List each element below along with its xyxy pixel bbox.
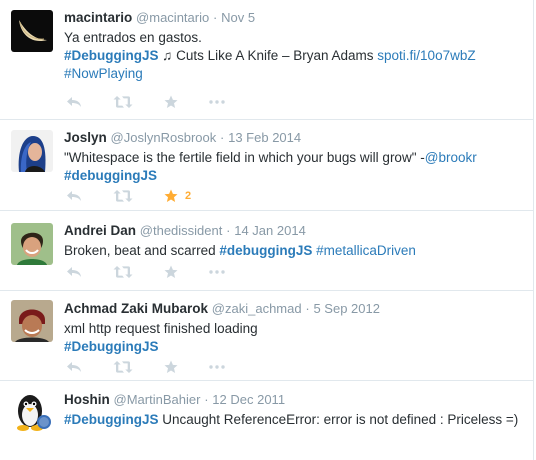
tweet-item[interactable]: Joslyn @JoslynRosbrook · 13 Feb 2014 "Wh…: [0, 120, 534, 211]
hashtag-link[interactable]: #DebuggingJS: [64, 339, 159, 354]
hashtag-link[interactable]: #metallicaDriven: [316, 243, 416, 258]
user-name[interactable]: Hoshin: [64, 392, 110, 407]
reply-icon[interactable]: [66, 361, 82, 373]
tweet-item[interactable]: Achmad Zaki Mubarok @zaki_achmad · 5 Sep…: [0, 291, 534, 381]
retweet-icon[interactable]: [113, 360, 133, 374]
hashtag-link[interactable]: #debuggingJS: [219, 243, 312, 258]
tweet-text-line: Ya entrados en gastos.: [64, 30, 202, 45]
hashtag-link[interactable]: #NowPlaying: [64, 66, 143, 81]
url-link[interactable]: spoti.fi/10o7wbZ: [377, 48, 475, 63]
retweet-icon[interactable]: [113, 95, 133, 109]
tweet-actions: 2: [66, 187, 222, 205]
star-icon[interactable]: [164, 265, 178, 279]
avatar[interactable]: [11, 223, 53, 265]
separator: ·: [220, 130, 225, 145]
tweet-header: Hoshin @MartinBahier · 12 Dec 2011: [64, 391, 524, 408]
tweet-date[interactable]: Nov 5: [221, 10, 255, 25]
retweet-icon[interactable]: [113, 189, 133, 203]
retweet-icon[interactable]: [113, 265, 133, 279]
user-name[interactable]: Joslyn: [64, 130, 107, 145]
tweet-text-line: #DebuggingJS ♫ Cuts Like A Knife – Bryan…: [64, 47, 524, 65]
tweet-text-fragment: Cuts Like A Knife – Bryan Adams: [172, 48, 378, 63]
tweet-date[interactable]: 5 Sep 2012: [313, 301, 380, 316]
tweet-header: Achmad Zaki Mubarok @zaki_achmad · 5 Sep…: [64, 300, 524, 317]
tweet-text-fragment: "Whitespace is the fertile field in whic…: [64, 150, 425, 165]
star-icon[interactable]: [164, 95, 178, 109]
reply-icon[interactable]: [66, 190, 82, 202]
user-handle[interactable]: @MartinBahier: [114, 392, 201, 407]
tweet-text-line: #DebuggingJS Uncaught ReferenceError: er…: [64, 411, 524, 429]
tweet-item[interactable]: Hoshin @MartinBahier · 12 Dec 2011 #Debu…: [0, 381, 534, 460]
user-handle[interactable]: @thedissident: [140, 223, 223, 238]
user-name[interactable]: Andrei Dan: [64, 223, 136, 238]
tweet-text-fragment: Broken, beat and scarred: [64, 243, 220, 258]
tweet-item[interactable]: macintario @macintario · Nov 5 Ya entrad…: [0, 0, 534, 120]
tweet-actions: [66, 263, 256, 281]
star-icon[interactable]: [164, 360, 178, 374]
reply-icon[interactable]: [66, 266, 82, 278]
separator: ·: [204, 392, 209, 407]
more-dots-icon[interactable]: [209, 100, 225, 104]
tweet-header: macintario @macintario · Nov 5: [64, 9, 524, 26]
more-dots-icon[interactable]: [209, 270, 225, 274]
user-handle[interactable]: @JoslynRosbrook: [111, 130, 217, 145]
star-icon[interactable]: 2: [164, 189, 191, 203]
separator: ·: [212, 10, 218, 25]
tweet-text: #DebuggingJS Uncaught ReferenceError: er…: [64, 411, 524, 429]
tweet-text-line: xml http request finished loading: [64, 321, 258, 336]
tweet-text-line: #debuggingJS: [64, 167, 524, 185]
avatar[interactable]: [11, 391, 53, 433]
tweet-text-line: "Whitespace is the fertile field in whic…: [64, 149, 524, 167]
tweet-text-line: Broken, beat and scarred #debuggingJS #m…: [64, 242, 524, 260]
tweet-date[interactable]: 14 Jan 2014: [234, 223, 306, 238]
tweet-text-fragment: Uncaught ReferenceError: error is not de…: [158, 412, 519, 427]
user-name[interactable]: Achmad Zaki Mubarok: [64, 301, 208, 316]
hashtag-link[interactable]: #DebuggingJS: [64, 412, 159, 427]
tweet-text: Broken, beat and scarred #debuggingJS #m…: [64, 242, 524, 260]
tweet-text-line: #NowPlaying: [64, 65, 524, 83]
hashtag-link[interactable]: #DebuggingJS: [64, 48, 159, 63]
separator: ·: [305, 301, 310, 316]
avatar[interactable]: [11, 300, 53, 342]
tweet-date[interactable]: 12 Dec 2011: [212, 392, 285, 407]
tweet-text: "Whitespace is the fertile field in whic…: [64, 149, 524, 185]
tweet-header: Andrei Dan @thedissident · 14 Jan 2014: [64, 222, 524, 239]
user-name[interactable]: macintario: [64, 10, 132, 25]
music-note: ♫: [162, 48, 173, 63]
tweet-text: xml http request finished loading #Debug…: [64, 320, 524, 356]
tweet-header: Joslyn @JoslynRosbrook · 13 Feb 2014: [64, 129, 524, 146]
timeline: macintario @macintario · Nov 5 Ya entrad…: [0, 0, 534, 460]
reply-icon[interactable]: [66, 96, 82, 108]
tweet-item[interactable]: Andrei Dan @thedissident · 14 Jan 2014 B…: [0, 211, 534, 291]
more-dots-icon[interactable]: [209, 365, 225, 369]
hashtag-link[interactable]: #debuggingJS: [64, 168, 157, 183]
favorite-count: 2: [185, 190, 192, 202]
separator: ·: [226, 223, 231, 238]
tweet-date[interactable]: 13 Feb 2014: [228, 130, 301, 145]
user-handle[interactable]: @macintario: [136, 10, 209, 25]
tweet-actions: [66, 358, 256, 376]
avatar[interactable]: [11, 10, 53, 52]
tweet-text-line: #DebuggingJS: [64, 338, 524, 356]
tweet-actions: [66, 93, 256, 111]
tweet-text: Ya entrados en gastos. #DebuggingJS ♫ Cu…: [64, 29, 524, 83]
mention-link[interactable]: @brookr: [425, 150, 477, 165]
avatar[interactable]: [11, 130, 53, 172]
user-handle[interactable]: @zaki_achmad: [212, 301, 302, 316]
